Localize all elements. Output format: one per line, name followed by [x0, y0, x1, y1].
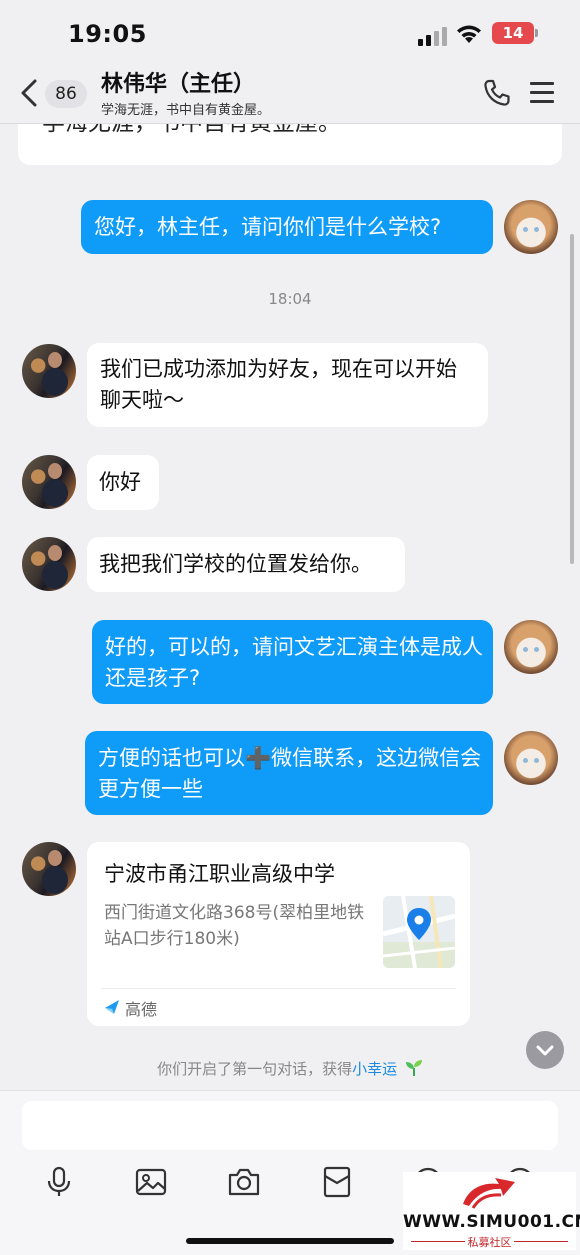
message-text: 我把我们学校的位置发给你。: [99, 552, 372, 576]
watermark-logo-icon: [463, 1178, 515, 1209]
message-bubble-incoming[interactable]: 学海无涯，书中自有黄金屋。: [18, 124, 562, 165]
home-indicator: [186, 1238, 394, 1244]
message-text: 学海无涯，书中自有黄金屋。: [42, 124, 341, 136]
message-text: 你好: [99, 470, 141, 494]
system-notice: 你们开启了第一句对话，获得小幸运: [0, 1058, 580, 1079]
unread-count-badge[interactable]: 86: [45, 80, 87, 108]
wifi-icon: [457, 25, 481, 43]
image-icon[interactable]: [134, 1165, 168, 1199]
location-card[interactable]: 宁波市甬江职业高级中学 西门街道文化路368号(翠柏里地铁站A口步行180米) …: [87, 842, 470, 1026]
map-thumbnail: [383, 896, 455, 968]
message-list[interactable]: 学海无涯，书中自有黄金屋。 您好，林主任，请问你们是什么学校? 18:04 我们…: [0, 124, 580, 1090]
user-avatar[interactable]: [504, 200, 558, 254]
message-bubble-incoming[interactable]: 你好: [87, 455, 159, 510]
battery-level: 14: [502, 24, 524, 42]
contact-avatar[interactable]: [22, 537, 76, 591]
message-time: 18:04: [268, 290, 312, 308]
menu-icon[interactable]: [530, 82, 554, 104]
contact-name[interactable]: 林伟华（主任）: [101, 66, 255, 98]
battery-icon: 14: [492, 22, 538, 44]
watermark-site: WWW.SIMU001.CN: [403, 1212, 580, 1232]
chevron-left-icon[interactable]: [18, 78, 40, 108]
status-time: 19:05: [68, 20, 147, 48]
scrollbar[interactable]: [570, 234, 574, 564]
user-avatar[interactable]: [504, 731, 558, 785]
message-bubble-outgoing[interactable]: 方便的话也可以➕微信联系，这边微信会更方便一些: [85, 731, 493, 815]
message-bubble-incoming[interactable]: 我们已成功添加为好友，现在可以开始聊天啦～: [87, 343, 488, 427]
amap-icon: [105, 1000, 119, 1014]
message-bubble-outgoing[interactable]: 好的，可以的，请问文艺汇演主体是成人还是孩子?: [92, 620, 493, 704]
contact-avatar[interactable]: [22, 344, 76, 398]
message-text: 方便的话也可以➕微信联系，这边微信会更方便一些: [98, 746, 482, 801]
location-address: 西门街道文化路368号(翠柏里地铁站A口步行180米): [104, 903, 365, 949]
message-text: 我们已成功添加为好友，现在可以开始聊天啦～: [100, 357, 457, 412]
message-text: 您好，林主任，请问你们是什么学校?: [94, 215, 442, 239]
location-source: 高德: [125, 1000, 158, 1019]
scroll-to-bottom-button[interactable]: [526, 1031, 564, 1069]
phone-icon[interactable]: [482, 78, 512, 108]
status-bar: 19:05 14: [0, 0, 580, 62]
camera-icon[interactable]: [227, 1165, 261, 1199]
watermark: WWW.SIMU001.CN 私募社区: [403, 1172, 580, 1250]
message-bubble-outgoing[interactable]: 您好，林主任，请问你们是什么学校?: [81, 200, 493, 254]
sprout-icon: [405, 1060, 422, 1076]
microphone-icon[interactable]: [42, 1165, 76, 1199]
chevron-down-icon: [536, 1045, 554, 1056]
cellular-signal-icon: [418, 26, 448, 46]
contact-avatar[interactable]: [22, 455, 76, 509]
watermark-subtitle: 私募社区: [403, 1234, 576, 1250]
message-text: 好的，可以的，请问文艺汇演主体是成人还是孩子?: [105, 635, 483, 690]
location-title: 宁波市甬江职业高级中学: [104, 862, 335, 886]
red-packet-icon[interactable]: [320, 1165, 354, 1199]
message-input[interactable]: [22, 1101, 558, 1150]
notice-link[interactable]: 小幸运: [352, 1060, 397, 1078]
contact-signature: 学海无涯，书中自有黄金屋。: [101, 103, 271, 118]
notice-text: 你们开启了第一句对话，获得: [157, 1060, 353, 1078]
card-divider: [101, 988, 456, 989]
user-avatar[interactable]: [504, 620, 558, 674]
contact-avatar[interactable]: [22, 842, 76, 896]
chat-header: 86 林伟华（主任） 学海无涯，书中自有黄金屋。: [0, 62, 580, 124]
message-bubble-incoming[interactable]: 我把我们学校的位置发给你。: [87, 537, 405, 592]
